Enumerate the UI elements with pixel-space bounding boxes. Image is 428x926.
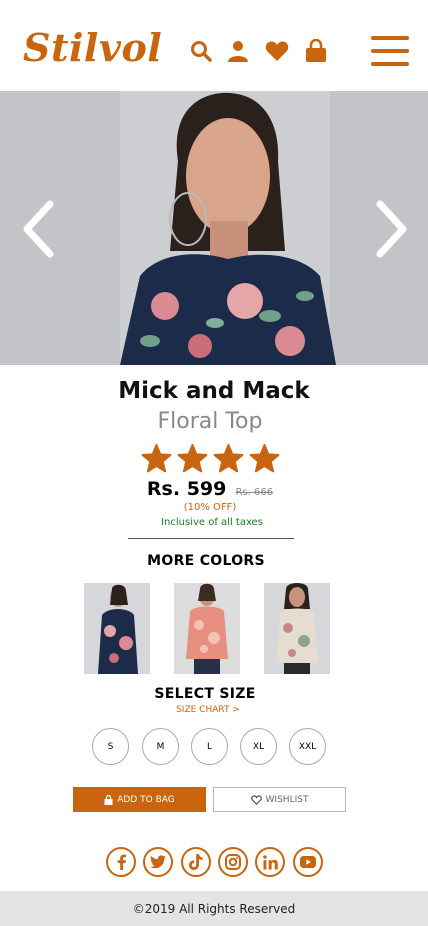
instagram-icon[interactable] [218,847,248,877]
price-row: Rs. 599 Rs. 666 [0,478,420,500]
more-colors-heading: MORE COLORS [147,553,265,569]
color-swatch-coral[interactable] [174,583,240,674]
product-hero-image [0,91,428,365]
add-to-bag-label: ADD TO BAG [117,794,175,805]
site-header: Stilvol [0,0,428,91]
facebook-icon[interactable] [106,847,136,877]
product-image-carousel[interactable] [0,91,428,365]
product-brand-name: Mick and Mack [118,378,310,404]
tax-note: Inclusive of all taxes [161,517,263,528]
youtube-icon[interactable] [293,847,323,877]
color-swatch-navy[interactable] [84,583,150,674]
original-price: Rs. 666 [235,487,274,498]
star-icon [141,443,172,473]
user-icon[interactable] [225,38,251,64]
section-divider [128,538,294,539]
linkedin-icon[interactable] [255,847,285,877]
current-price: Rs. 599 [146,478,227,500]
hamburger-menu-icon[interactable] [371,36,409,66]
size-option-xxl[interactable]: XXL [289,728,326,765]
copyright-text: ©2019 All Rights Reserved [132,901,296,916]
star-icon [177,443,208,473]
size-option-xl[interactable]: XL [240,728,277,765]
select-size-heading: SELECT SIZE [154,686,256,702]
size-option-s[interactable]: S [92,728,129,765]
add-to-bag-button[interactable]: ADD TO BAG [73,787,206,812]
star-icon [213,443,244,473]
product-type: Floral Top [157,409,263,434]
size-chart-link[interactable]: SIZE CHART > [0,705,416,715]
bag-icon [104,794,113,805]
brand-logo[interactable]: Stilvol [23,24,162,72]
star-icon [249,443,280,473]
search-icon[interactable] [188,38,214,64]
discount-label: (10% OFF) [183,502,237,513]
size-option-l[interactable]: L [191,728,228,765]
wishlist-button[interactable]: WISHLIST [213,787,346,812]
twitter-icon[interactable] [143,847,173,877]
wishlist-label: WISHLIST [265,794,309,805]
size-option-m[interactable]: M [142,728,179,765]
heart-icon[interactable] [264,38,290,64]
color-swatch-beige[interactable] [264,583,330,674]
shopping-bag-icon[interactable] [303,38,329,64]
heart-outline-icon [250,794,262,805]
rating-stars [141,443,280,474]
site-footer: ©2019 All Rights Reserved [0,891,428,926]
carousel-prev-arrow-icon[interactable] [20,199,60,259]
carousel-next-arrow-icon[interactable] [370,199,410,259]
tiktok-icon[interactable] [181,847,211,877]
